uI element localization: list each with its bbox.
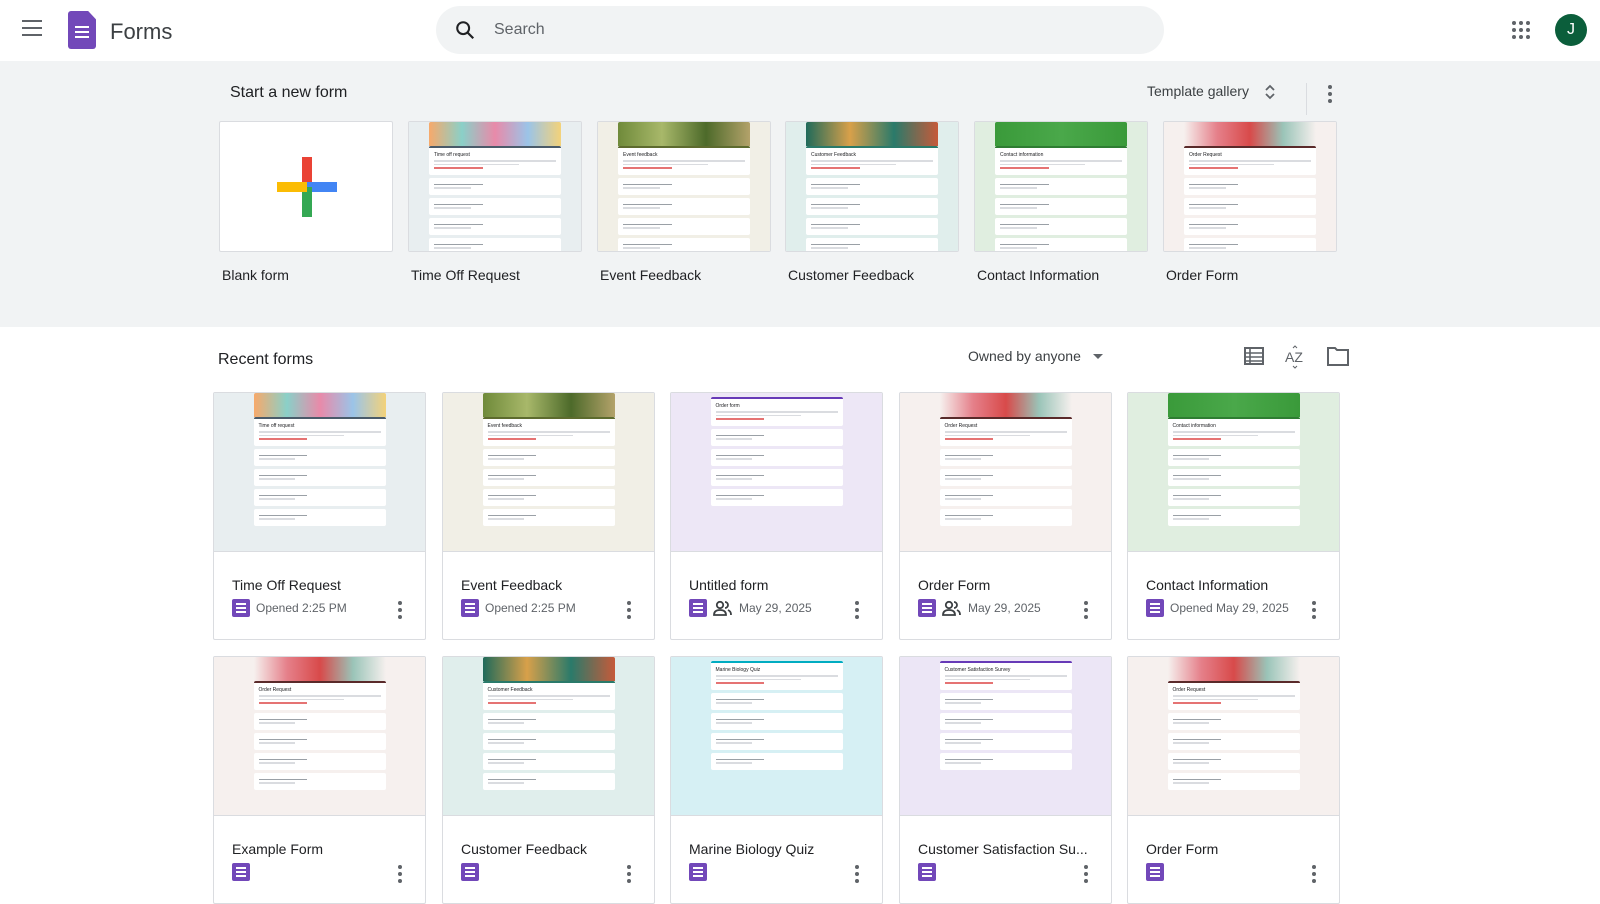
template-label: Order Form [1166, 267, 1239, 283]
owner-filter-label: Owned by anyone [968, 348, 1081, 364]
forms-file-icon [232, 599, 250, 617]
form-name: Example Form [232, 841, 324, 857]
template-section: Start a new form Template gallery Blank … [0, 61, 1600, 327]
recent-form-card[interactable]: Time off request Time Off Request Opened 2… [213, 392, 426, 640]
template-label: Contact Information [977, 267, 1100, 283]
recent-form-card[interactable]: Order form Untitled form May 29, 2025 [670, 392, 883, 640]
divider [1306, 83, 1307, 115]
template-gallery-button[interactable]: Template gallery [1147, 83, 1277, 101]
more-options-icon[interactable] [398, 865, 402, 883]
template-label: Time Off Request [411, 267, 520, 283]
forms-file-icon [1146, 863, 1164, 881]
form-thumbnail: Order form [710, 393, 843, 509]
svg-text:AZ: AZ [1285, 349, 1303, 365]
top-bar: Forms J [0, 0, 1600, 61]
recent-form-card[interactable]: Order Request Order Form [1127, 656, 1340, 904]
form-thumbnail: Event feedback [482, 393, 615, 529]
form-thumbnail: Time off request [429, 122, 561, 251]
more-options-icon[interactable] [1312, 865, 1316, 883]
recent-forms-title: Recent forms [218, 351, 314, 368]
form-thumbnail: Contact information [995, 122, 1127, 251]
form-thumbnail: Customer Feedback [806, 122, 938, 251]
forms-file-icon [689, 599, 707, 617]
template-gallery-label: Template gallery [1147, 83, 1249, 99]
sort-az-icon[interactable]: AZ [1284, 345, 1308, 369]
template-card[interactable]: Contact information [974, 121, 1148, 252]
more-options-icon[interactable] [855, 601, 859, 619]
forms-file-icon [461, 863, 479, 881]
form-name: Contact Information [1146, 577, 1269, 593]
list-view-icon[interactable] [1243, 345, 1265, 367]
search-icon[interactable] [454, 19, 476, 41]
folder-icon[interactable] [1326, 345, 1350, 367]
forms-file-icon [689, 863, 707, 881]
shared-users-icon [942, 600, 961, 616]
shared-users-icon [713, 600, 732, 616]
recent-form-card[interactable]: Customer Satisfaction Survey Customer Sat… [899, 656, 1112, 904]
form-name: Time Off Request [232, 577, 341, 593]
form-thumbnail: Order Request [1184, 122, 1316, 251]
template-label: Event Feedback [600, 267, 702, 283]
more-options-icon[interactable] [627, 865, 631, 883]
form-thumbnail: Contact information [1167, 393, 1300, 529]
form-name: Event Feedback [461, 577, 563, 593]
template-label: Blank form [222, 267, 289, 283]
form-opened-date: May 29, 2025 [739, 601, 812, 615]
template-card[interactable]: Event feedback [597, 121, 771, 252]
form-name: Customer Feedback [461, 841, 588, 857]
caret-down-icon [1092, 354, 1103, 360]
plus-icon [277, 157, 337, 217]
template-card[interactable]: Time off request [408, 121, 582, 252]
section-title: Start a new form [230, 84, 348, 101]
unfold-icon [1265, 85, 1275, 100]
recent-form-card[interactable]: Order Request Order Form May 29, 2025 [899, 392, 1112, 640]
more-options-icon[interactable] [1312, 601, 1316, 619]
hamburger-icon[interactable] [22, 20, 42, 36]
more-options-icon[interactable] [1084, 865, 1088, 883]
template-card[interactable]: Customer Feedback [785, 121, 959, 252]
search-bar [436, 6, 1164, 54]
form-thumbnail: Marine Biology Quiz [710, 657, 843, 773]
avatar[interactable]: J [1555, 14, 1587, 46]
recent-form-card[interactable]: Marine Biology Quiz Marine Biology Quiz [670, 656, 883, 904]
form-name: Order Form [918, 577, 991, 593]
template-label: Customer Feedback [788, 267, 915, 283]
form-name: Customer Satisfaction Su... [918, 841, 1088, 857]
recent-form-card[interactable]: Event feedback Event Feedback Opened 2:25 … [442, 392, 655, 640]
form-thumbnail: Event feedback [618, 122, 750, 251]
form-opened-date: Opened 2:25 PM [256, 601, 347, 615]
template-card[interactable]: Order Request [1163, 121, 1337, 252]
forms-file-icon [232, 863, 250, 881]
forms-logo-icon[interactable] [68, 11, 96, 49]
form-thumbnail: Time off request [253, 393, 386, 529]
recent-form-card[interactable]: Order Request Example Form [213, 656, 426, 904]
form-opened-date: Opened 2:25 PM [485, 601, 576, 615]
owner-filter-dropdown[interactable]: Owned by anyone [968, 348, 1103, 364]
form-thumbnail: Customer Satisfaction Survey [939, 657, 1072, 773]
recent-form-card[interactable]: Contact information Contact Information Op… [1127, 392, 1340, 640]
forms-file-icon [918, 599, 936, 617]
template-card[interactable] [219, 121, 393, 252]
more-options-icon[interactable] [1328, 85, 1332, 103]
form-opened-date: May 29, 2025 [968, 601, 1041, 615]
more-options-icon[interactable] [855, 865, 859, 883]
more-options-icon[interactable] [398, 601, 402, 619]
form-thumbnail: Order Request [253, 657, 386, 793]
form-thumbnail: Order Request [1167, 657, 1300, 793]
forms-file-icon [461, 599, 479, 617]
search-input[interactable] [494, 6, 1134, 54]
app-title[interactable]: Forms [110, 19, 172, 45]
more-options-icon[interactable] [1084, 601, 1088, 619]
forms-file-icon [1146, 599, 1164, 617]
forms-file-icon [918, 863, 936, 881]
more-options-icon[interactable] [627, 601, 631, 619]
form-opened-date: Opened May 29, 2025 [1170, 601, 1289, 615]
form-name: Marine Biology Quiz [689, 841, 815, 857]
form-thumbnail: Order Request [939, 393, 1072, 529]
form-name: Order Form [1146, 841, 1219, 857]
form-name: Untitled form [689, 577, 769, 593]
apps-grid-icon[interactable] [1512, 21, 1530, 39]
recent-form-card[interactable]: Customer Feedback Customer Feedback [442, 656, 655, 904]
form-thumbnail: Customer Feedback [482, 657, 615, 793]
